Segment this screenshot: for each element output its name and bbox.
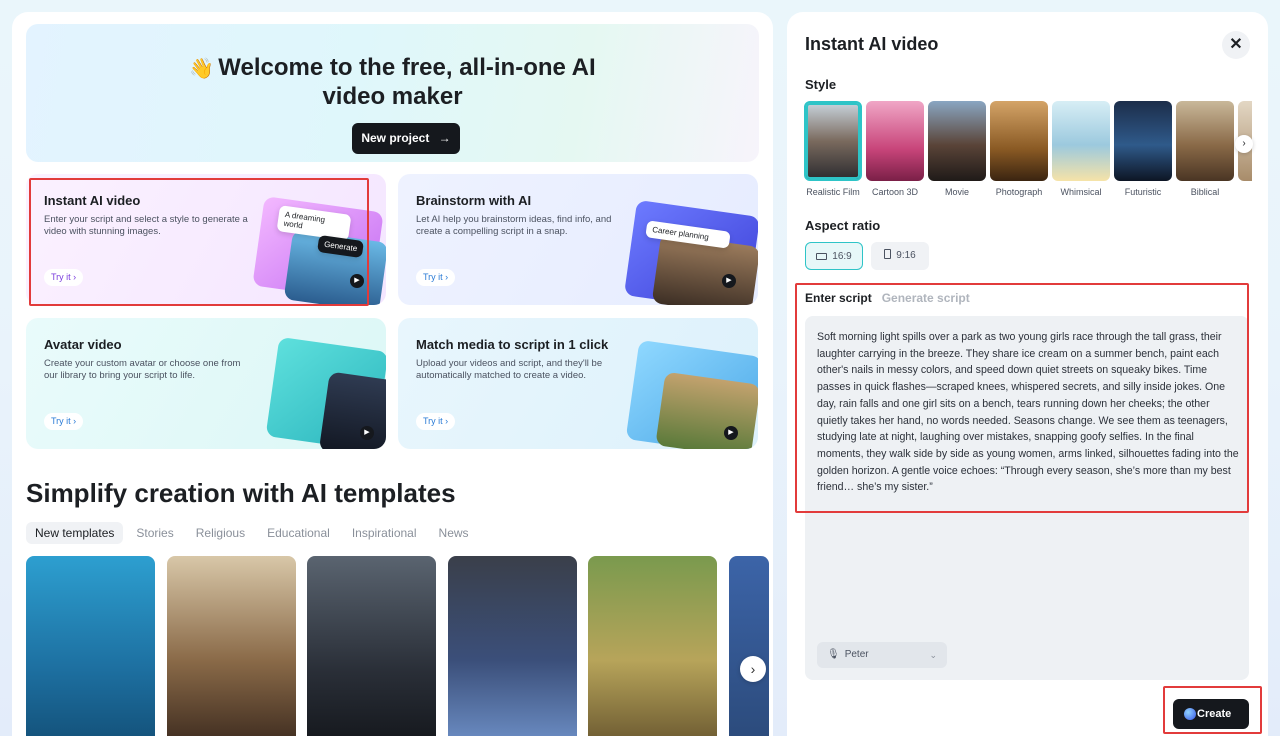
play-icon: ▶: [360, 426, 374, 440]
script-textarea[interactable]: Soft morning light spills over a park as…: [805, 316, 1249, 680]
style-thumbnail: [928, 101, 986, 181]
chevron-right-icon[interactable]: ›: [1235, 135, 1253, 153]
tab-new-templates[interactable]: New templates: [26, 522, 124, 544]
try-it-button[interactable]: Try it ›: [416, 413, 456, 430]
style-whimsical[interactable]: Whimsical: [1052, 101, 1110, 197]
template-card[interactable]: [448, 556, 577, 736]
play-icon: ▶: [724, 426, 738, 440]
create-orb-icon: [1184, 708, 1196, 720]
portrait-icon: [884, 249, 892, 259]
create-button[interactable]: Create: [1173, 699, 1249, 729]
template-card[interactable]: [307, 556, 436, 736]
arrow-right-icon: →: [438, 131, 451, 145]
close-icon[interactable]: ✕: [1222, 31, 1250, 59]
card-description: Let AI help you brainstorm ideas, find i…: [416, 214, 612, 237]
card-avatar-video[interactable]: Avatar video Create your custom avatar o…: [26, 318, 386, 449]
style-thumbnail: [1114, 101, 1172, 181]
card-match-media[interactable]: Match media to script in 1 click Upload …: [398, 318, 758, 449]
style-cartoon-3d[interactable]: Cartoon 3D: [866, 101, 924, 197]
card-description: Create your custom avatar or choose one …: [44, 358, 241, 381]
left-panel: 👋 Welcome to the free, all-in-one AI vide…: [12, 12, 773, 736]
try-it-button[interactable]: Try it ›: [44, 269, 84, 286]
card-description: Upload your videos and script, and they'…: [416, 358, 603, 381]
style-photograph[interactable]: Photograph: [990, 101, 1048, 197]
tab-religious[interactable]: Religious: [187, 522, 254, 544]
style-futuristic[interactable]: Futuristic: [1114, 101, 1172, 197]
card-illustration-image: [655, 371, 758, 449]
card-title: Avatar video: [44, 337, 122, 352]
voice-select[interactable]: 🎙 Peter ⌄: [817, 642, 947, 668]
templates-title: Simplify creation with AI templates: [26, 478, 456, 508]
tab-news[interactable]: News: [430, 522, 478, 544]
style-label: Style: [805, 77, 837, 92]
style-movie[interactable]: Movie: [928, 101, 986, 197]
style-biblical[interactable]: Biblical: [1176, 101, 1234, 197]
aspect-16-9[interactable]: 16:9: [805, 242, 863, 270]
card-title: Brainstorm with AI: [416, 193, 532, 208]
panel-title: Instant AI video: [805, 34, 939, 54]
aspect-ratio-label: Aspect ratio: [805, 218, 881, 233]
new-project-button[interactable]: New project →: [352, 123, 460, 154]
try-it-button[interactable]: Try it ›: [44, 413, 84, 430]
avatar-grid-image: [318, 371, 386, 449]
try-it-button[interactable]: Try it ›: [416, 269, 456, 286]
tab-educational[interactable]: Educational: [258, 522, 339, 544]
chevron-right-icon[interactable]: ›: [740, 656, 766, 682]
hero-banner: 👋 Welcome to the free, all-in-one AI vide…: [26, 24, 759, 162]
template-card[interactable]: [588, 556, 717, 736]
style-list: Realistic Film Cartoon 3D Movie Photogra…: [804, 101, 1252, 201]
style-realistic-film[interactable]: Realistic Film: [804, 101, 862, 197]
style-thumbnail: [1176, 101, 1234, 181]
template-card[interactable]: [729, 556, 769, 736]
aspect-9-16[interactable]: 9:16: [871, 242, 929, 270]
template-card[interactable]: [26, 556, 155, 736]
script-text: Soft morning light spills over a park as…: [817, 331, 1239, 494]
instant-ai-video-panel: Instant AI video ✕ Style Realistic Film …: [787, 12, 1268, 736]
template-tabs: New templates Stories Religious Educatio…: [26, 522, 478, 544]
microphone-icon: 🎙: [827, 649, 840, 660]
card-title: Instant AI video: [44, 193, 141, 208]
chevron-down-icon: ⌄: [929, 650, 937, 660]
card-brainstorm[interactable]: Brainstorm with AI Let AI help you brain…: [398, 174, 758, 305]
card-description: Enter your script and select a style to …: [44, 214, 248, 237]
play-icon: ▶: [350, 274, 364, 288]
tab-enter-script[interactable]: Enter script: [805, 291, 872, 305]
style-thumbnail: [866, 101, 924, 181]
style-thumbnail: [1052, 101, 1110, 181]
tab-generate-script[interactable]: Generate script: [882, 291, 970, 305]
tab-inspirational[interactable]: Inspirational: [343, 522, 426, 544]
play-icon: ▶: [722, 274, 736, 288]
template-card[interactable]: [167, 556, 296, 736]
card-title: Match media to script in 1 click: [416, 337, 609, 352]
wave-emoji-icon: 👋: [189, 58, 215, 80]
style-thumbnail: [990, 101, 1048, 181]
style-thumbnail: [804, 101, 862, 181]
script-tabs: Enter script Generate script: [805, 291, 970, 305]
tab-stories[interactable]: Stories: [127, 522, 182, 544]
landscape-icon: [816, 253, 828, 260]
card-instant-ai-video[interactable]: Instant AI video Enter your script and s…: [26, 174, 386, 305]
hero-title: 👋 Welcome to the free, all-in-one AI vide…: [189, 54, 596, 110]
